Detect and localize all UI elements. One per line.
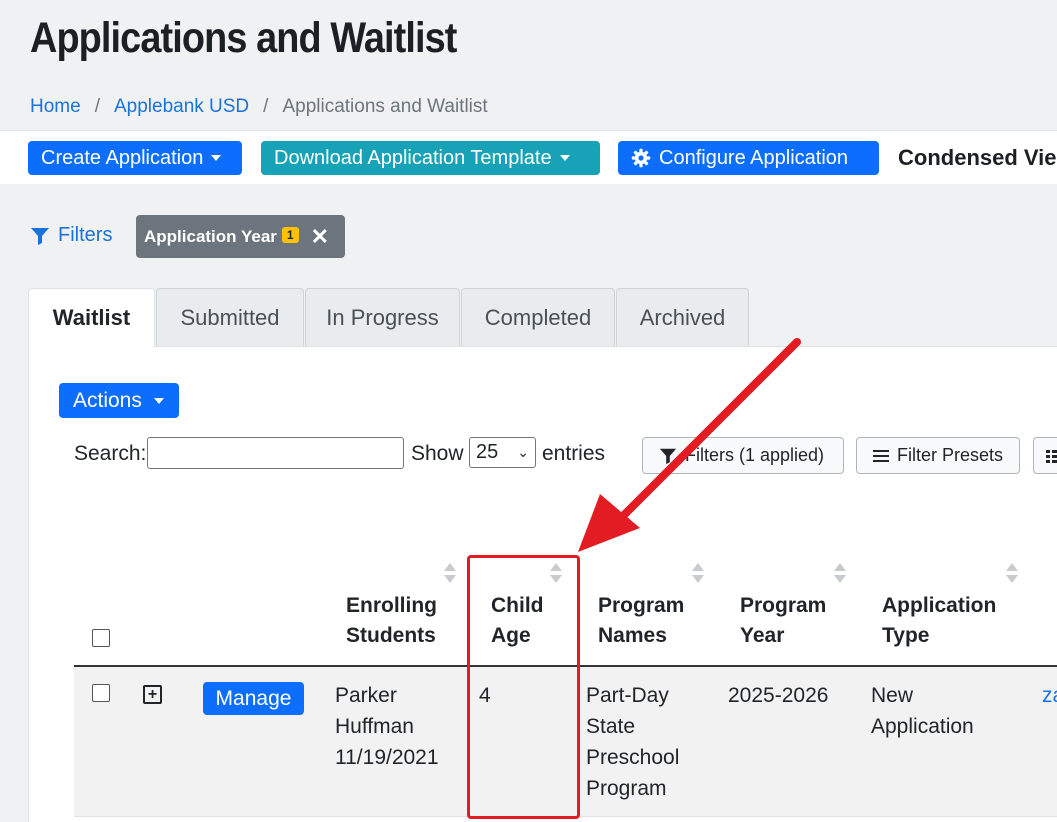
annotation-arrow [578, 338, 801, 552]
